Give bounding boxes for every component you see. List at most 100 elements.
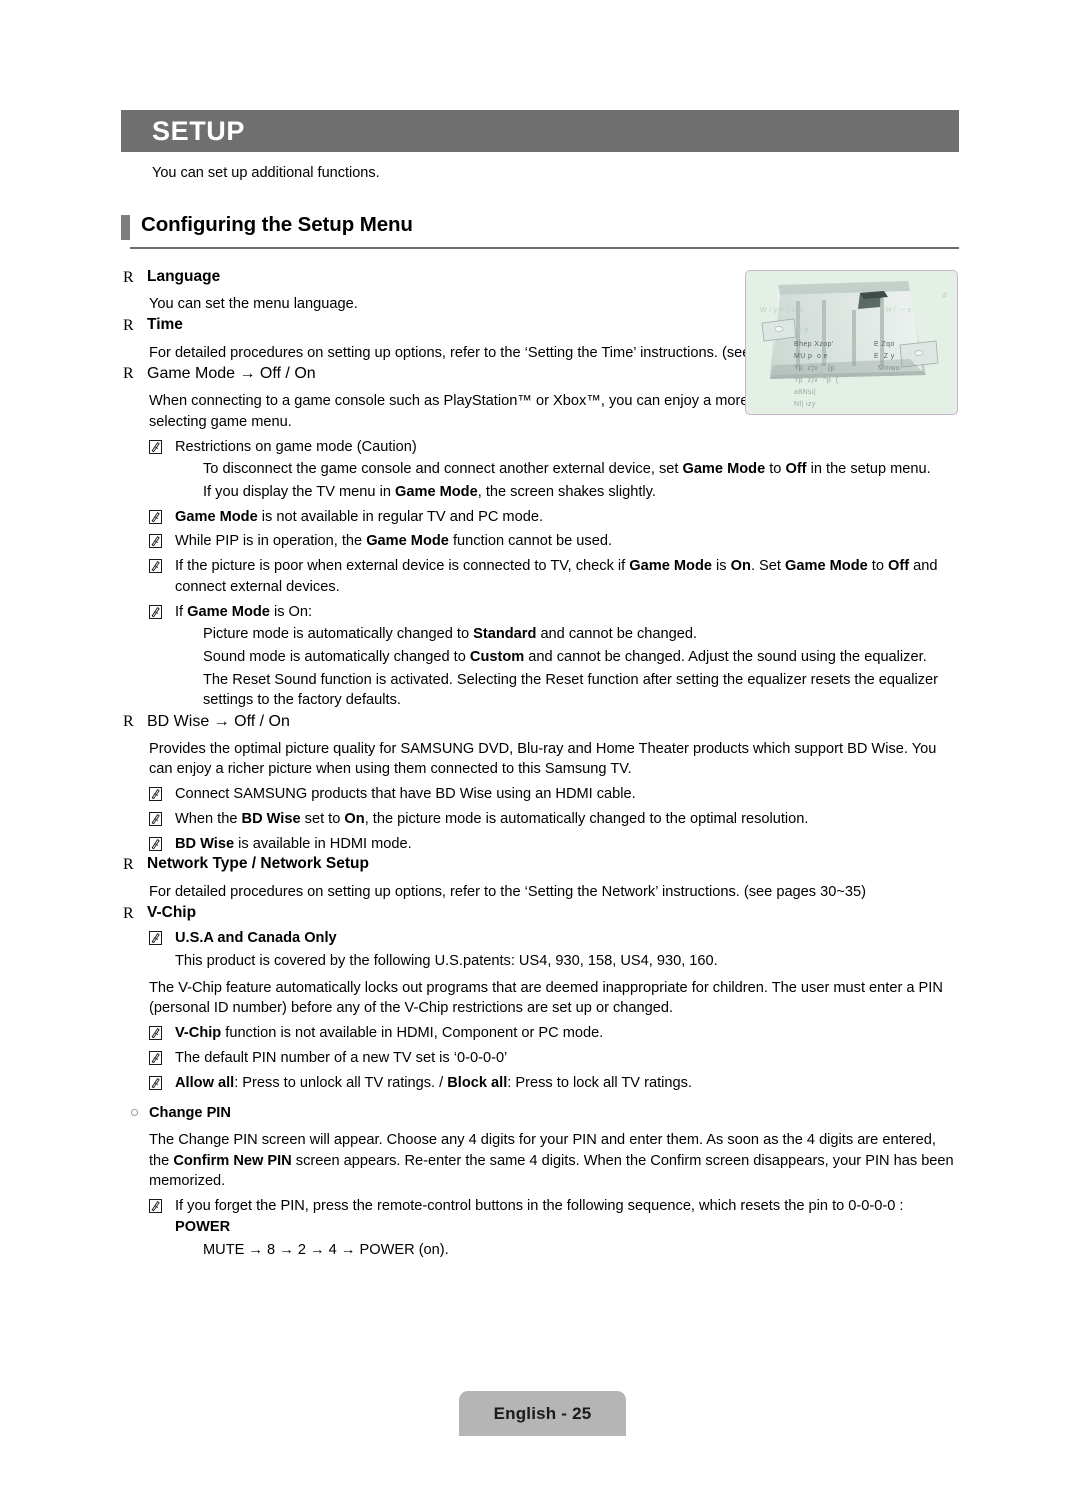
note-subparagraph: If you display the TV menu in Game Mode,… bbox=[203, 483, 656, 500]
entry-heading: V-Chip bbox=[147, 903, 197, 921]
figure-image: W i y r { c p H ! ~ s i s p Bhep Xzop' E… bbox=[746, 271, 957, 414]
entry-heading: Game Mode → Off / On bbox=[147, 365, 316, 383]
entry-paragraph: The V-Chip feature automatically locks o… bbox=[149, 979, 943, 1017]
section-heading: Configuring the Setup Menu bbox=[121, 212, 959, 240]
note-item: The default PIN number of a new TV set i… bbox=[149, 1048, 959, 1069]
note-item: V-Chip function is not available in HDMI… bbox=[149, 1023, 959, 1044]
circle-glyph bbox=[131, 1109, 138, 1117]
arrow-bullet-icon: R bbox=[123, 268, 134, 286]
figure-text-line: W i y r { c p bbox=[760, 307, 803, 314]
note-item: U.S.A and Canada Only bbox=[149, 928, 959, 949]
entry-heading: Language bbox=[147, 267, 221, 285]
note-text: While PIP is in operation, the Game Mode… bbox=[175, 533, 612, 550]
note-pencil-icon bbox=[149, 836, 162, 851]
arrow-bullet-icon: R bbox=[123, 904, 134, 922]
note-icon-wrap bbox=[149, 1023, 175, 1044]
note-text: The default PIN number of a new TV set i… bbox=[175, 1049, 508, 1066]
entry-heading-row: R V-Chip bbox=[121, 903, 959, 925]
note-text: Connect SAMSUNG products that have BD Wi… bbox=[175, 786, 636, 803]
note-item: BD Wise is available in HDMI mode. bbox=[149, 834, 959, 855]
note-text: V-Chip function is not available in HDMI… bbox=[175, 1025, 604, 1042]
note-item: If Game Mode is On: bbox=[149, 602, 959, 623]
page-footer-tab: English - 25 bbox=[459, 1391, 626, 1436]
note-item: Allow all: Press to unlock all TV rating… bbox=[149, 1073, 959, 1094]
entry-heading-row: R BD Wise → Off / On bbox=[121, 711, 959, 733]
note-item: Game Mode is not available in regular TV… bbox=[149, 507, 959, 528]
note-subparagraph: MUTE → 8 → 2 → 4 → POWER (on). bbox=[203, 1241, 449, 1258]
figure-text-line: MU p o e bbox=[794, 353, 828, 360]
note-text: Game Mode is not available in regular TV… bbox=[175, 508, 543, 525]
figure-text-line: H ! ~ s bbox=[886, 307, 912, 314]
figure-text-line: Yp z)v ˉ {p bbox=[794, 365, 835, 372]
note-icon-wrap bbox=[149, 1048, 175, 1069]
note-icon-wrap bbox=[149, 1073, 175, 1094]
figure-text-line: i s p bbox=[794, 327, 809, 334]
note-text: If you forget the PIN, press the remote-… bbox=[175, 1198, 904, 1235]
page-number-label: English - 25 bbox=[493, 1403, 592, 1423]
setup-entry-bd-wise: R BD Wise → Off / On Provides the optimal … bbox=[121, 711, 959, 854]
entry-heading-row: R Network Type / Network Setup bbox=[121, 854, 959, 876]
arrow-bullet-icon: R bbox=[123, 713, 134, 731]
note-pencil-icon bbox=[149, 1075, 162, 1090]
figure-text-line: E Z y bbox=[874, 353, 895, 360]
tv-setup-menu-figure: W i y r { c p H ! ~ s i s p Bhep Xzop' E… bbox=[745, 270, 958, 415]
note-icon-wrap bbox=[149, 809, 175, 830]
setup-entry-v-chip: R V-Chip U.S.A and Canada Only This product… bbox=[121, 903, 959, 1261]
note-pencil-icon bbox=[149, 604, 162, 619]
note-subparagraph: The Reset Sound function is activated. S… bbox=[203, 671, 938, 709]
arrow-bullet-icon: R bbox=[123, 365, 134, 383]
entry-heading: Network Type / Network Setup bbox=[147, 855, 369, 873]
note-pencil-icon bbox=[149, 439, 162, 454]
entry-paragraph: Provides the optimal picture quality for… bbox=[149, 740, 937, 778]
note-icon-wrap bbox=[149, 834, 175, 855]
note-icon-wrap bbox=[149, 531, 175, 552]
note-text: BD Wise is available in HDMI mode. bbox=[175, 835, 412, 852]
chapter-banner: SETUP bbox=[121, 110, 959, 152]
note-subparagraph: Picture mode is automatically changed to… bbox=[203, 626, 698, 643]
figure-text-line: a8Nsi| bbox=[794, 389, 817, 396]
note-icon-wrap bbox=[149, 1196, 175, 1237]
section-title: Configuring the Setup Menu bbox=[141, 212, 413, 236]
section-divider bbox=[130, 246, 959, 249]
note-text: Allow all: Press to unlock all TV rating… bbox=[175, 1074, 692, 1091]
note-pencil-icon bbox=[149, 1199, 162, 1214]
note-item: While PIP is in operation, the Game Mode… bbox=[149, 531, 959, 552]
figure-text-line: Bhep Xzop' bbox=[794, 341, 834, 348]
arrow-bullet-icon: R bbox=[123, 856, 134, 874]
hollow-circle-bullet-icon bbox=[131, 1103, 149, 1124]
note-item: If the picture is poor when external dev… bbox=[149, 556, 959, 597]
note-text: U.S.A and Canada Only bbox=[175, 930, 337, 947]
figure-text-line: E Zqo bbox=[874, 341, 895, 348]
chapter-subtitle: You can set up additional functions. bbox=[152, 165, 380, 181]
note-pencil-icon bbox=[149, 1050, 162, 1065]
change-pin-paragraph: The Change PIN screen will appear. Choos… bbox=[149, 1131, 954, 1190]
change-pin-heading-row: Change PIN bbox=[131, 1103, 959, 1124]
setup-entry-game-mode: R Game Mode → Off / On When connecting to … bbox=[121, 363, 959, 711]
note-subparagraph: Sound mode is automatically changed to C… bbox=[203, 648, 927, 665]
entry-heading: Time bbox=[147, 316, 183, 334]
note-pencil-icon bbox=[149, 787, 162, 802]
manual-page: SETUP You can set up additional function… bbox=[0, 0, 1080, 1488]
chapter-title: SETUP bbox=[152, 115, 246, 146]
figure-text-line: Mmwo bbox=[878, 365, 901, 372]
note-pencil-icon bbox=[149, 1026, 162, 1041]
entry-paragraph: For detailed procedures on setting up op… bbox=[149, 883, 866, 900]
note-icon-wrap bbox=[149, 507, 175, 528]
setup-entry-network-type: R Network Type / Network Setup For detaile… bbox=[121, 854, 959, 902]
note-icon-wrap bbox=[149, 928, 175, 949]
arrow-bullet-icon: R bbox=[123, 317, 134, 335]
figure-text-line: Nl| izy bbox=[794, 401, 816, 408]
note-pencil-icon bbox=[149, 559, 162, 574]
note-text: If the picture is poor when external dev… bbox=[175, 558, 938, 595]
note-text: Restrictions on game mode (Caution) bbox=[175, 438, 417, 455]
note-item: If you forget the PIN, press the remote-… bbox=[149, 1196, 959, 1237]
note-pencil-icon bbox=[149, 509, 162, 524]
note-text: When the BD Wise set to On, the picture … bbox=[175, 810, 809, 827]
note-pencil-icon bbox=[149, 534, 162, 549]
note-subparagraph: To disconnect the game console and conne… bbox=[203, 461, 931, 478]
note-icon-wrap bbox=[149, 556, 175, 597]
note-subparagraph: This product is covered by the following… bbox=[175, 952, 718, 969]
section-bar-marker bbox=[121, 214, 130, 240]
note-item: Restrictions on game mode (Caution) bbox=[149, 437, 959, 458]
note-pencil-icon bbox=[149, 931, 162, 946]
